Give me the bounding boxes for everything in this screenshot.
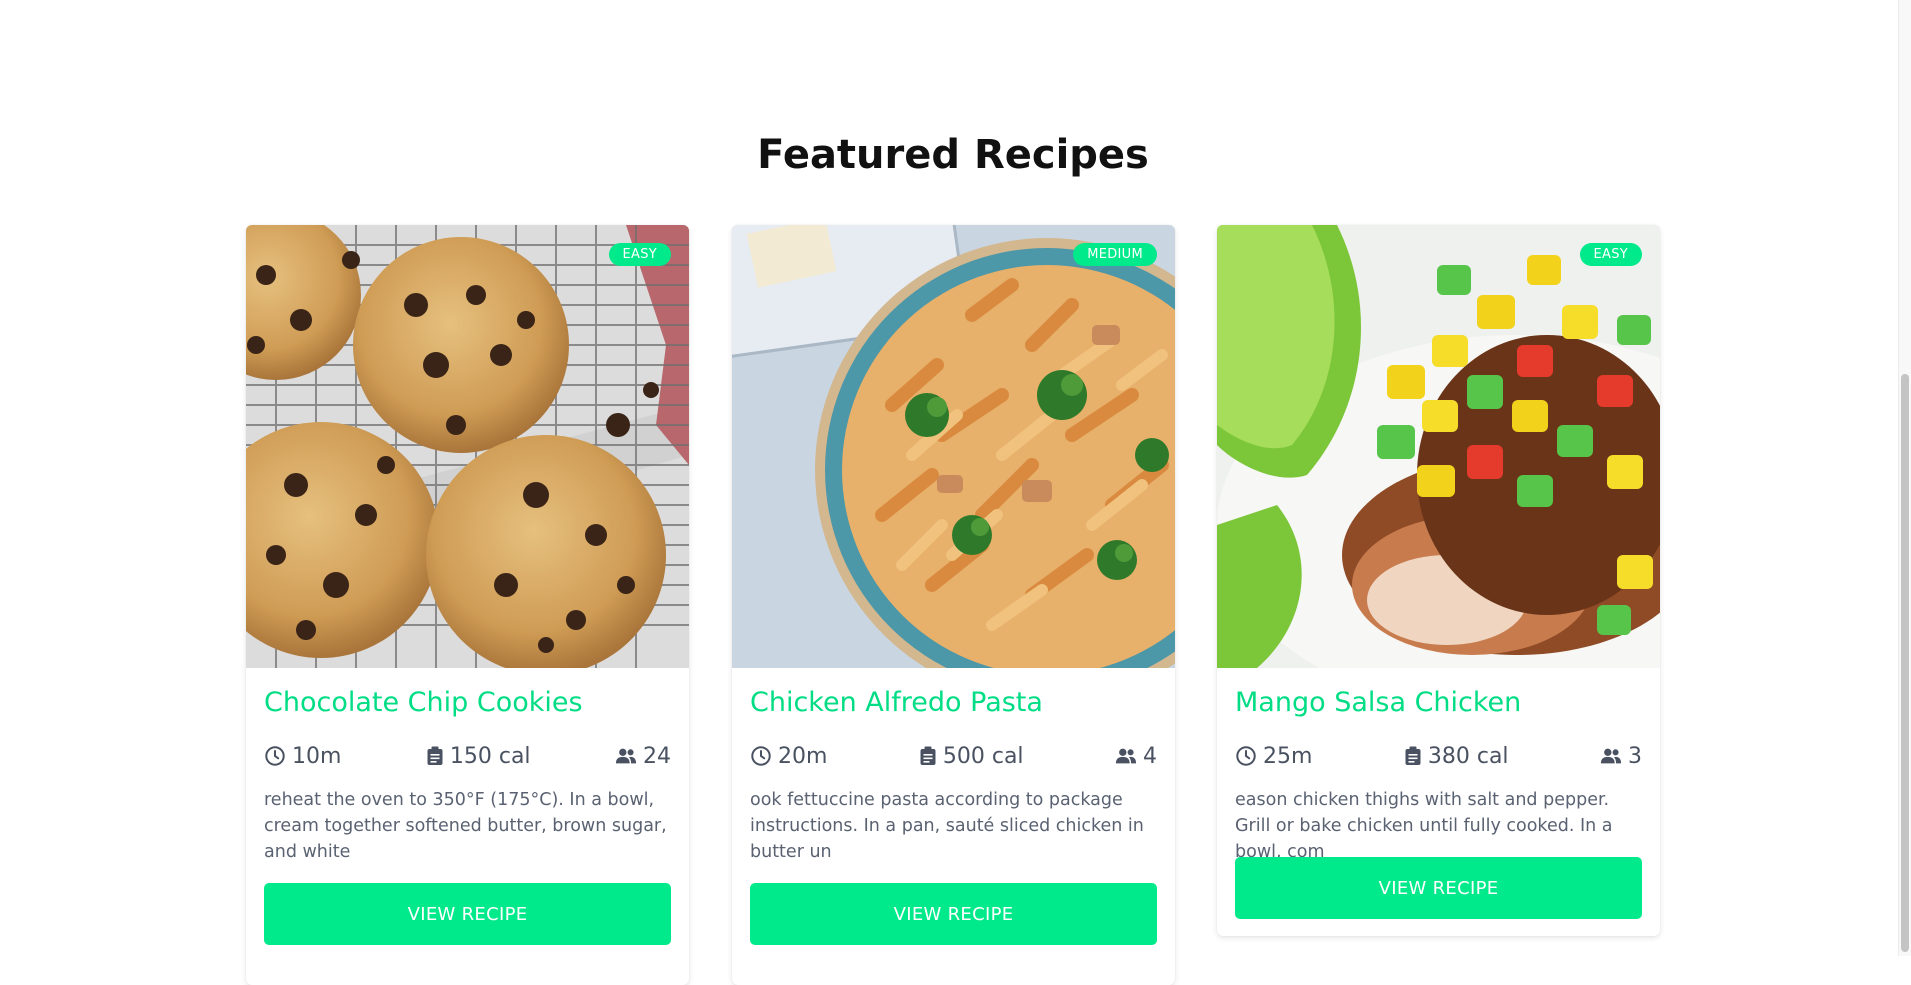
calories: 500 cal bbox=[919, 744, 1024, 769]
calories: 150 cal bbox=[426, 744, 531, 769]
cook-time-value: 10m bbox=[292, 743, 342, 769]
recipe-card[interactable]: MEDIUM Chicken Alfredo Pasta 20m 500 cal… bbox=[732, 225, 1175, 985]
people-icon bbox=[1600, 747, 1622, 765]
recipe-description: ook fettuccine pasta according to packag… bbox=[750, 790, 1144, 862]
cook-time: 25m bbox=[1235, 744, 1312, 769]
clock-icon bbox=[1235, 745, 1257, 767]
difficulty-badge: EASY bbox=[1579, 243, 1642, 266]
people-icon bbox=[615, 747, 637, 765]
servings: 24 bbox=[615, 744, 671, 769]
recipe-meta: 25m 380 cal 3 bbox=[1235, 741, 1642, 771]
recipe-image-pasta[interactable]: MEDIUM bbox=[732, 225, 1175, 668]
cook-time: 20m bbox=[750, 744, 827, 769]
recipe-description: eason chicken thighs with salt and peppe… bbox=[1235, 790, 1613, 862]
clipboard-icon bbox=[919, 746, 937, 766]
recipe-card[interactable]: EASY Mango Salsa Chicken 25m 380 cal 3 e… bbox=[1217, 225, 1660, 936]
calories-value: 500 cal bbox=[942, 743, 1024, 769]
calories-value: 150 cal bbox=[449, 743, 531, 769]
recipe-image-mango-chicken[interactable]: EASY bbox=[1217, 225, 1660, 668]
recipe-card[interactable]: EASY Chocolate Chip Cookies 10m 150 cal … bbox=[246, 225, 689, 985]
recipe-title[interactable]: Chocolate Chip Cookies bbox=[264, 687, 583, 718]
calories-value: 380 cal bbox=[1427, 743, 1509, 769]
recipe-meta: 10m 150 cal 24 bbox=[264, 741, 671, 771]
recipe-description: reheat the oven to 350°F (175°C). In a b… bbox=[264, 790, 667, 862]
view-recipe-button[interactable]: VIEW RECIPE bbox=[264, 883, 671, 945]
servings: 4 bbox=[1115, 744, 1157, 769]
recipe-image-cookies[interactable]: EASY bbox=[246, 225, 689, 668]
servings-value: 3 bbox=[1628, 743, 1642, 769]
section-title: Featured Recipes bbox=[757, 132, 1149, 178]
calories: 380 cal bbox=[1404, 744, 1509, 769]
cook-time-value: 20m bbox=[778, 743, 828, 769]
recipe-title[interactable]: Chicken Alfredo Pasta bbox=[750, 687, 1043, 718]
difficulty-badge: MEDIUM bbox=[1073, 243, 1157, 266]
view-recipe-button[interactable]: VIEW RECIPE bbox=[750, 883, 1157, 945]
view-recipe-button[interactable]: VIEW RECIPE bbox=[1235, 857, 1642, 919]
servings-value: 24 bbox=[643, 743, 671, 769]
recipe-meta: 20m 500 cal 4 bbox=[750, 741, 1157, 771]
cook-time-value: 25m bbox=[1263, 743, 1313, 769]
clipboard-icon bbox=[426, 746, 444, 766]
people-icon bbox=[1115, 747, 1137, 765]
clipboard-icon bbox=[1404, 746, 1422, 766]
difficulty-badge: EASY bbox=[608, 243, 671, 266]
clock-icon bbox=[264, 745, 286, 767]
recipe-title[interactable]: Mango Salsa Chicken bbox=[1235, 687, 1521, 718]
cook-time: 10m bbox=[264, 744, 341, 769]
servings-value: 4 bbox=[1143, 743, 1157, 769]
clock-icon bbox=[750, 745, 772, 767]
scrollbar-thumb[interactable] bbox=[1901, 374, 1909, 952]
servings: 3 bbox=[1600, 744, 1642, 769]
